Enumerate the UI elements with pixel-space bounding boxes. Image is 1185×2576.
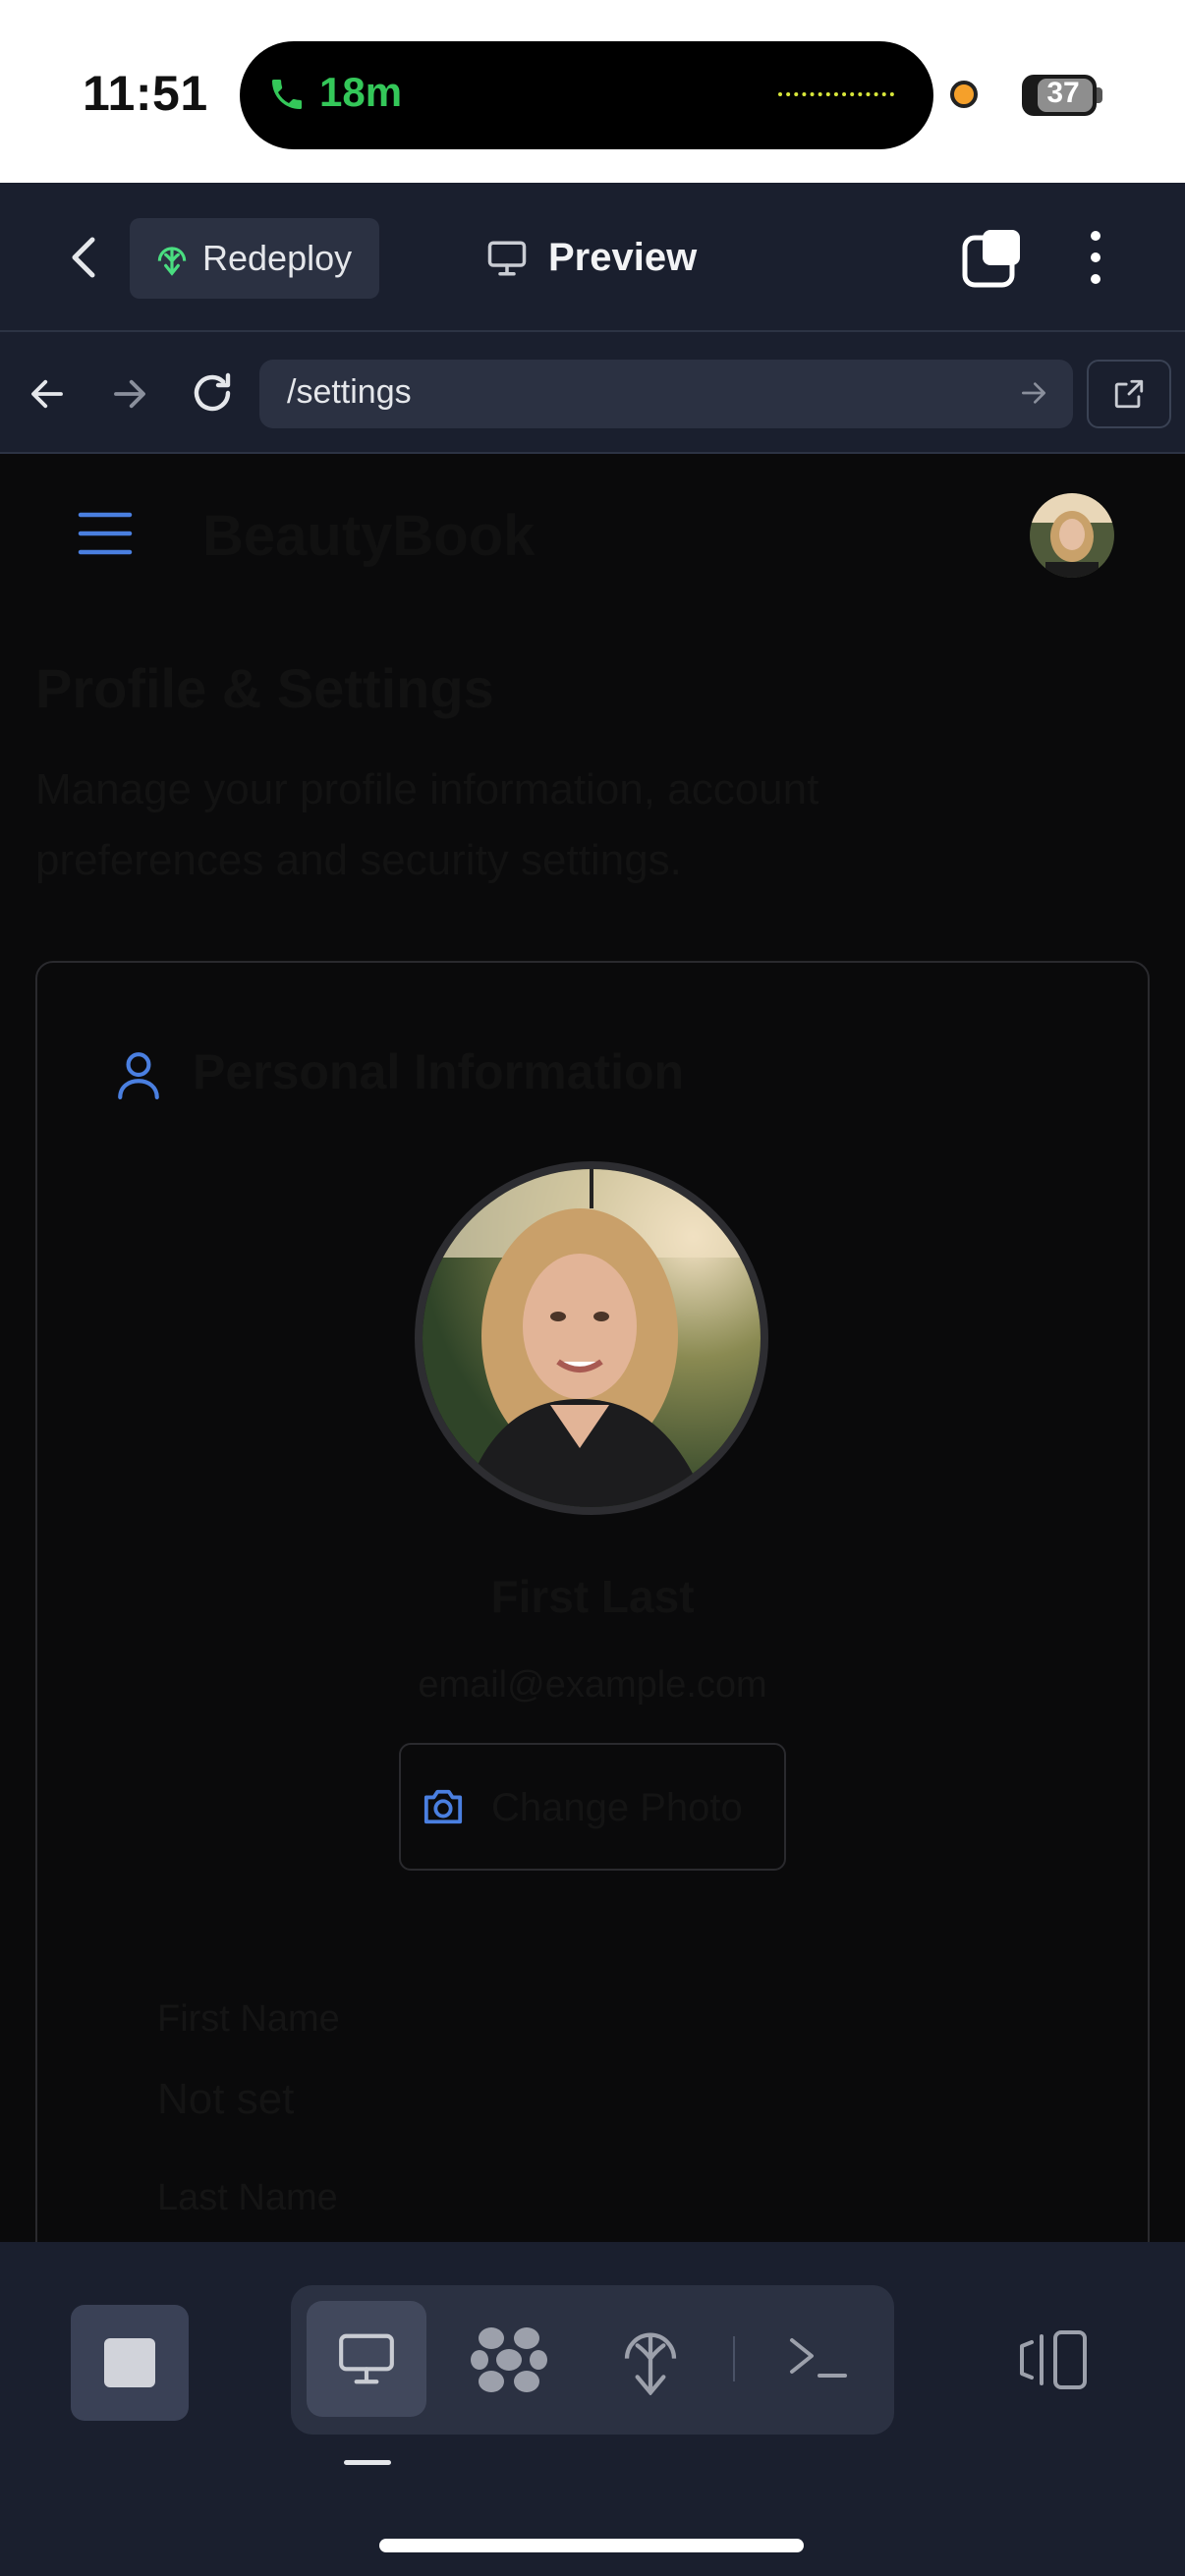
toolbar-divider (733, 2336, 735, 2381)
url-text: /settings (287, 373, 412, 411)
page-title: Profile & Settings (35, 657, 494, 719)
user-icon (114, 1047, 163, 1102)
first-name-value[interactable]: Not set (157, 2075, 294, 2124)
monitor-icon (485, 238, 529, 279)
redeploy-label: Redeploy (202, 238, 353, 278)
split-view-icon[interactable] (1018, 2328, 1091, 2391)
card-title: Personal Information (193, 1044, 685, 1099)
menu-icon[interactable] (77, 509, 134, 558)
change-photo-label: Change Photo (491, 1786, 743, 1829)
back-button[interactable] (55, 226, 114, 289)
more-vertical-icon[interactable] (1081, 228, 1110, 287)
page-subtitle: Manage your profile information, account… (35, 765, 819, 884)
last-name-label: Last Name (157, 2177, 338, 2218)
stop-icon (104, 2338, 155, 2387)
profile-photo (415, 1161, 768, 1515)
phone-call-icon (267, 73, 307, 116)
monitor-tab-icon (334, 2328, 399, 2389)
mic-indicator-dot (950, 81, 978, 108)
reload-icon[interactable] (189, 369, 236, 417)
battery-percent: 37 (1046, 77, 1080, 109)
user-avatar[interactable] (1030, 493, 1114, 578)
profile-email: email@example.com (418, 1664, 767, 1706)
first-name-label: First Name (157, 1998, 340, 2040)
camera-icon (421, 1786, 466, 1827)
chevron-left-icon (72, 237, 95, 278)
external-link-icon (1112, 377, 1146, 411)
call-duration: 18m (319, 69, 403, 115)
audio-waveform-icon (778, 92, 894, 96)
brand-logo-text[interactable]: BeautyBook (202, 503, 535, 569)
go-arrow-icon[interactable] (1018, 377, 1049, 409)
terminal-icon[interactable] (786, 2332, 851, 2383)
nav-forward-icon[interactable] (108, 373, 151, 415)
status-time: 11:51 (83, 66, 208, 121)
preview-title[interactable]: Preview (548, 236, 697, 280)
integrations-icon[interactable] (470, 2324, 548, 2395)
deploy-icon (153, 240, 191, 279)
nav-back-icon[interactable] (26, 373, 69, 415)
deploy-tab-icon[interactable] (619, 2324, 682, 2395)
active-tab-indicator (344, 2460, 391, 2465)
home-indicator[interactable] (379, 2539, 804, 2552)
tabs-icon[interactable] (961, 228, 1024, 289)
profile-name: First Last (490, 1571, 695, 1622)
